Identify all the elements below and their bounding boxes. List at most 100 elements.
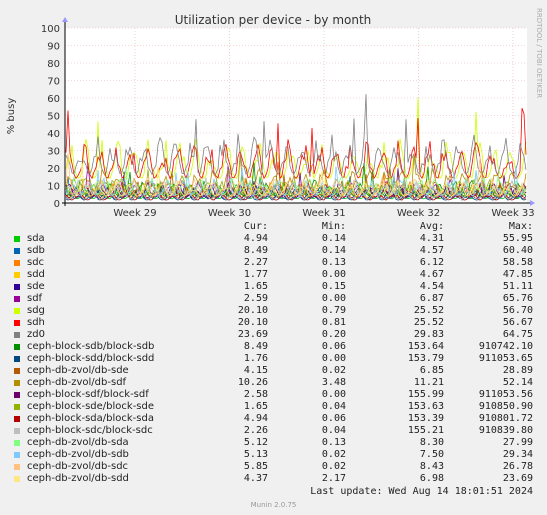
legend-row: ceph-db-zvol/db-sde 4.15 0.02 6.85 28.89 [0, 365, 547, 377]
legend-min: 0.04 [321, 425, 346, 436]
legend-swatch [14, 332, 20, 338]
legend-max: 910801.72 [478, 413, 533, 424]
legend-name: ceph-block-sdc/block-sdc [27, 425, 153, 436]
legend-avg: 6.12 [419, 257, 444, 268]
legend-cur: 4.94 [243, 413, 268, 424]
legend-avg: 25.52 [413, 317, 444, 328]
y-tick-label: 70 [47, 77, 60, 88]
legend-min: 0.00 [321, 293, 346, 304]
legend-avg: 8.43 [419, 461, 444, 472]
legend-max: 56.67 [502, 317, 533, 328]
legend-header-min: Min: [321, 221, 346, 232]
legend-row: zd0 23.69 0.20 29.83 64.75 [0, 329, 547, 341]
legend-cur: 4.15 [243, 365, 268, 376]
legend-cur: 20.10 [237, 305, 268, 316]
legend-header-avg: Avg: [419, 221, 444, 232]
legend-avg: 153.39 [407, 413, 444, 424]
legend-min: 0.02 [321, 449, 346, 460]
legend-swatch [14, 464, 20, 470]
legend-name: ceph-db-zvol/db-sdf [27, 377, 127, 388]
legend-max: 51.11 [502, 281, 533, 292]
legend-row: sdf 2.59 0.00 6.87 65.76 [0, 293, 547, 305]
legend-max: 65.76 [502, 293, 533, 304]
legend-min: 0.06 [321, 341, 346, 352]
x-tick-label: Week 30 [208, 208, 251, 219]
x-tick-labels: Week 29 Week 30 Week 31 Week 32 Week 33 [113, 208, 534, 219]
legend-swatch [14, 368, 20, 374]
legend-swatch [14, 356, 20, 362]
legend-name: ceph-db-zvol/db-sde [27, 365, 129, 376]
legend-cur: 1.76 [243, 353, 268, 364]
legend-row: sde 1.65 0.15 4.54 51.11 [0, 281, 547, 293]
legend-avg: 153.79 [407, 353, 444, 364]
legend-min: 0.79 [321, 305, 346, 316]
legend-name: sdd [27, 269, 45, 280]
legend-row: sdb 8.49 0.14 4.57 60.40 [0, 245, 547, 257]
legend-cur: 20.10 [237, 317, 268, 328]
legend-max: 910839.80 [478, 425, 533, 436]
legend-swatch [14, 392, 20, 398]
legend-max: 56.70 [502, 305, 533, 316]
legend-header-max: Max: [508, 221, 533, 232]
legend-name: sdb [27, 245, 45, 256]
legend-min: 0.14 [321, 233, 346, 244]
legend-name: sdf [27, 293, 43, 304]
legend-max: 26.78 [502, 461, 533, 472]
legend-cur: 5.85 [243, 461, 268, 472]
legend-swatch [14, 320, 20, 326]
legend-name: sdh [27, 317, 45, 328]
legend-max: 55.95 [502, 233, 533, 244]
x-axis-arrow [530, 200, 535, 206]
legend-row: ceph-db-zvol/db-sdc 5.85 0.02 8.43 26.78 [0, 461, 547, 473]
y-tick-label: 0 [54, 199, 60, 210]
munin-version: Munin 2.0.75 [250, 501, 297, 509]
legend-min: 0.20 [321, 329, 346, 340]
legend-min: 0.14 [321, 245, 346, 256]
legend-max: 911053.56 [478, 389, 533, 400]
legend-cur: 1.77 [243, 269, 268, 280]
legend-swatch [14, 344, 20, 350]
legend-swatch [14, 272, 20, 278]
legend-min: 0.02 [321, 365, 346, 376]
legend-avg: 4.54 [419, 281, 444, 292]
legend-row: ceph-block-sde/block-sde 1.65 0.04 153.63 91… [0, 401, 547, 413]
legend-swatch [14, 308, 20, 314]
legend-avg: 6.87 [419, 293, 444, 304]
y-tick-label: 100 [41, 24, 60, 35]
legend-max: 52.14 [502, 377, 533, 388]
legend-row: sdg 20.10 0.79 25.52 56.70 [0, 305, 547, 317]
legend-row: ceph-db-zvol/db-sdf 10.26 3.48 11.21 52.14 [0, 377, 547, 389]
legend-cur: 2.26 [243, 425, 268, 436]
legend-avg: 29.83 [413, 329, 444, 340]
legend-avg: 4.67 [419, 269, 444, 280]
x-tick-label: Week 29 [113, 208, 156, 219]
legend-name: ceph-db-zvol/db-sdd [27, 473, 129, 484]
legend-name: ceph-block-sdb/block-sdb [27, 341, 155, 352]
legend-row: ceph-db-zvol/db-sdb 5.13 0.02 7.50 29.34 [0, 449, 547, 461]
legend-max: 23.69 [502, 473, 533, 484]
legend-max: 910850.90 [478, 401, 533, 412]
rrdtool-credit: RRDTOOL / TOBI OETIKER [535, 8, 543, 98]
legend-swatch [14, 284, 20, 290]
legend-name: ceph-block-sde/block-sde [27, 401, 155, 412]
y-axis-label: % busy [6, 98, 17, 135]
legend-header-cur: Cur: [243, 221, 268, 232]
legend-min: 0.00 [321, 353, 346, 364]
legend-min: 2.17 [321, 473, 346, 484]
legend-swatch [14, 452, 20, 458]
legend-avg: 6.85 [419, 365, 444, 376]
legend-avg: 4.57 [419, 245, 444, 256]
legend-name: sde [27, 281, 45, 292]
y-tick-label: 20 [47, 164, 60, 175]
legend-row: ceph-block-sdc/block-sdc 2.26 0.04 155.21 91… [0, 425, 547, 437]
legend-swatch [14, 440, 20, 446]
x-tick-label: Week 31 [302, 208, 345, 219]
legend-row: sdc 2.27 0.13 6.12 58.58 [0, 257, 547, 269]
legend-min: 0.02 [321, 461, 346, 472]
legend-cur: 5.13 [243, 449, 268, 460]
legend-cur: 8.49 [243, 245, 268, 256]
legend-cur: 2.59 [243, 293, 268, 304]
y-axis-arrow [62, 17, 68, 22]
legend-avg: 7.50 [419, 449, 444, 460]
legend-avg: 4.31 [419, 233, 444, 244]
